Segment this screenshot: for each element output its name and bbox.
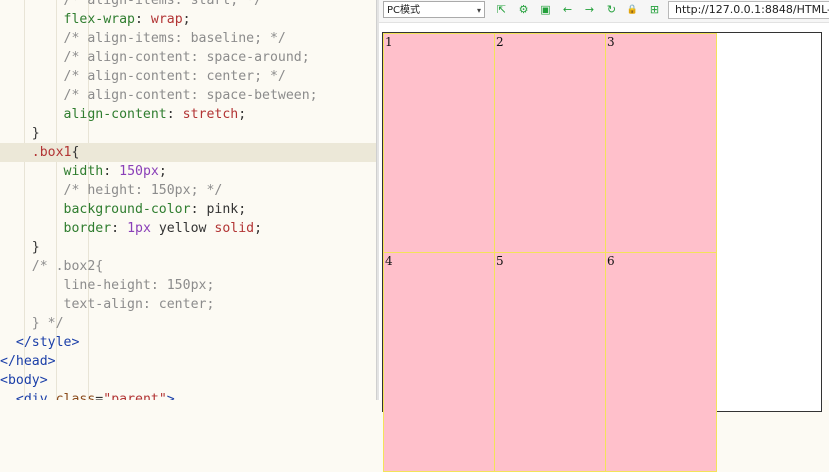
code-line-text: line-height: 150px; xyxy=(63,278,215,293)
qr-code-icon[interactable]: ⊞ xyxy=(646,1,663,19)
code-line[interactable]: </head> xyxy=(0,352,376,371)
code-line-text: /* align-items: start; */ xyxy=(63,0,263,8)
lock-icon[interactable]: 🔒 xyxy=(624,1,641,19)
box-item-5: 5 xyxy=(494,252,606,472)
code-line-text: } xyxy=(0,126,40,141)
code-line[interactable]: /* align-content: center; */ xyxy=(0,67,376,86)
code-line[interactable]: } */ xyxy=(0,314,376,333)
box-item-6: 6 xyxy=(605,252,717,472)
devtools-icon[interactable]: ▣ xyxy=(537,1,554,19)
code-line[interactable]: /* height: 150px; */ xyxy=(0,181,376,200)
code-line-text: <body> xyxy=(0,373,48,388)
preview-toolbar: PC模式 ▾ ⇱ ⚙ ▣ ← → ↻ 🔒 ⊞ http://127.0.0.1:… xyxy=(379,0,829,23)
code-line[interactable]: border: 1px yellow solid; xyxy=(0,219,376,238)
box-label: 6 xyxy=(607,254,615,268)
code-line[interactable]: } xyxy=(0,238,376,257)
box-label: 4 xyxy=(385,254,393,268)
code-line[interactable]: /* .box2{ xyxy=(0,257,376,276)
box-item-4: 4 xyxy=(383,252,495,472)
code-line-text: align-content: stretch; xyxy=(63,107,247,122)
code-line[interactable]: /* align-items: baseline; */ xyxy=(0,29,376,48)
code-line[interactable]: text-align: center; xyxy=(0,295,376,314)
code-line-text: .box1{ xyxy=(31,145,80,160)
code-line-text: /* height: 150px; */ xyxy=(63,183,223,198)
code-line-text: } xyxy=(0,240,40,255)
code-line[interactable]: </style> xyxy=(0,333,376,352)
code-line[interactable]: background-color: pink; xyxy=(0,200,376,219)
box-label: 5 xyxy=(496,254,504,268)
device-mode-value: PC模式 xyxy=(387,5,421,16)
code-line-text: flex-wrap: wrap; xyxy=(63,12,191,27)
box-item-2: 2 xyxy=(494,33,606,253)
code-line[interactable]: .box1{ xyxy=(0,143,376,162)
url-input[interactable]: http://127.0.0.1:8848/HTML- xyxy=(668,1,829,19)
code-line-text: } */ xyxy=(31,316,64,331)
code-line[interactable]: <div class="parent"> xyxy=(0,390,376,400)
rendered-page: 1 2 3 4 5 6 xyxy=(382,32,822,472)
box-label: 2 xyxy=(496,35,504,49)
box-label: 1 xyxy=(385,35,393,49)
settings-gear-icon[interactable]: ⚙ xyxy=(515,1,532,19)
code-line-text: /* align-content: space-between; xyxy=(63,88,318,103)
code-line[interactable]: } xyxy=(0,124,376,143)
box-label: 3 xyxy=(607,35,615,49)
code-line[interactable]: /* align-items: start; */ xyxy=(0,0,376,10)
code-line-text: text-align: center; xyxy=(63,297,215,312)
forward-arrow-icon[interactable]: → xyxy=(581,1,598,19)
code-line-text: /* align-content: center; */ xyxy=(63,69,286,84)
code-line[interactable]: /* align-content: space-around; xyxy=(0,48,376,67)
code-line-text: border: 1px yellow solid; xyxy=(63,221,263,236)
browser-preview-pane: PC模式 ▾ ⇱ ⚙ ▣ ← → ↻ 🔒 ⊞ http://127.0.0.1:… xyxy=(379,0,829,472)
code-line[interactable]: width: 150px; xyxy=(0,162,376,181)
external-link-icon[interactable]: ⇱ xyxy=(493,1,510,19)
refresh-icon[interactable]: ↻ xyxy=(603,1,620,19)
code-editor[interactable]: /* align-items: start; */ flex-wrap: wra… xyxy=(0,0,376,400)
code-line-text: /* .box2{ xyxy=(31,259,104,274)
code-line[interactable]: /* align-content: space-between; xyxy=(0,86,376,105)
code-line-text: <div class="parent"> xyxy=(15,392,175,400)
code-line-text: width: 150px; xyxy=(63,164,167,179)
back-arrow-icon[interactable]: ← xyxy=(559,1,576,19)
code-line[interactable]: <body> xyxy=(0,371,376,390)
code-line-text: /* align-items: baseline; */ xyxy=(63,31,286,46)
code-line-text: /* align-content: space-around; xyxy=(63,50,310,65)
box-item-1: 1 xyxy=(383,33,495,253)
box-item-3: 3 xyxy=(605,33,717,253)
code-line-text: background-color: pink; xyxy=(63,202,247,217)
device-mode-select[interactable]: PC模式 ▾ xyxy=(383,1,485,18)
code-line-text: </head> xyxy=(0,354,56,369)
code-line[interactable]: flex-wrap: wrap; xyxy=(0,10,376,29)
code-line[interactable]: line-height: 150px; xyxy=(0,276,376,295)
chevron-down-icon: ▾ xyxy=(476,6,481,15)
code-line-text: </style> xyxy=(15,335,80,350)
code-line[interactable]: align-content: stretch; xyxy=(0,105,376,124)
